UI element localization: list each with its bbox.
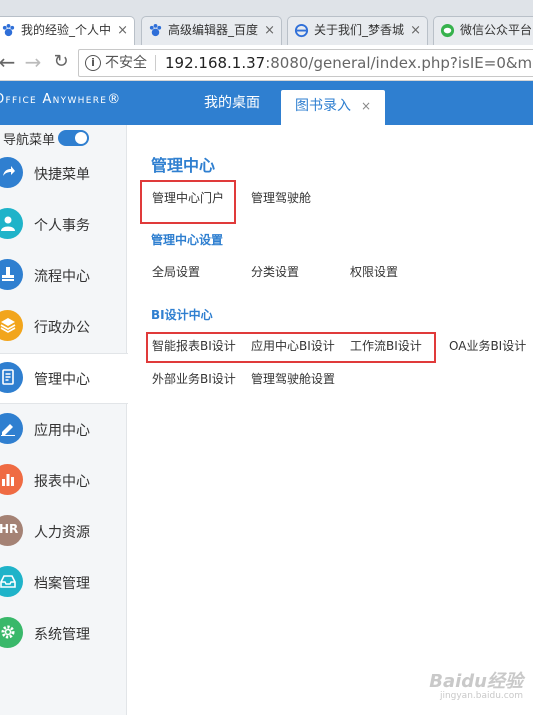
link-external-business-bi[interactable]: 外部业务BI设计 — [152, 370, 236, 387]
page-title: 管理中心 — [151, 156, 216, 175]
url-host: 192.168.1.37 — [165, 54, 266, 72]
sidebar-item-label: 管理中心 — [34, 372, 90, 388]
sidebar-item-reports[interactable]: 报表中心 — [0, 456, 127, 507]
link-management-cockpit[interactable]: 管理驾驶舱 — [251, 189, 311, 206]
sidebar-item-apps[interactable]: 应用中心 — [0, 405, 127, 456]
app-header: Office Anywhere® 我的桌面 图书录入 × — [0, 81, 533, 125]
nav-menu-toggle[interactable] — [58, 130, 89, 146]
toggle-knob — [75, 132, 87, 144]
close-icon[interactable]: × — [264, 17, 275, 44]
tab-label: 图书录入 — [295, 98, 351, 114]
section-title-bi: BI设计中心 — [151, 308, 213, 322]
section-title-settings: 管理中心设置 — [151, 233, 224, 247]
inbox-icon — [0, 566, 23, 597]
sidebar-item-label: 人力资源 — [34, 525, 90, 541]
url-rest: :8080/general/index.php?isIE=0&modify_p — [265, 54, 533, 72]
sidebar-item-admin-office[interactable]: 行政办公 — [0, 302, 127, 353]
link-cockpit-settings[interactable]: 管理驾驶舱设置 — [251, 370, 335, 387]
sidebar-item-system[interactable]: 系统管理 — [0, 609, 127, 660]
browser-tab-1[interactable]: 我的经验_个人中 × — [0, 16, 135, 45]
link-permission-settings[interactable]: 权限设置 — [350, 263, 398, 280]
watermark-brand: Baidu经验 — [429, 671, 523, 692]
link-oa-business-bi[interactable]: OA业务BI设计 — [449, 337, 526, 354]
close-icon[interactable]: × — [361, 99, 371, 113]
watermark-domain: jingyan.baidu.com — [439, 691, 523, 701]
browser-tab-label: 微信公众平台 — [460, 23, 533, 37]
sidebar-item-workflow[interactable]: 流程中心 — [0, 251, 127, 302]
highlight-box — [140, 180, 236, 224]
person-icon — [0, 208, 23, 239]
sidebar: 导航菜单 快捷菜单 个人事务 流程中心 行政办公 管理中心 应用中心 报表中心 … — [0, 125, 128, 715]
browser-tab-2[interactable]: 高级编辑器_百度 × — [141, 16, 282, 45]
document-icon — [0, 362, 23, 393]
highlight-box — [146, 332, 436, 363]
bar-chart-icon — [0, 464, 23, 495]
address-bar[interactable]: i 不安全 192.168.1.37:8080/general/index.ph… — [78, 49, 533, 77]
nav-menu-header: 导航菜单 — [0, 125, 127, 149]
divider — [155, 55, 156, 71]
browser-tab-bar: 我的经验_个人中 × 高级编辑器_百度 × 关于我们_梦香城 × 微信公众平台 — [0, 0, 533, 45]
pencil-icon — [0, 413, 23, 444]
reload-icon[interactable]: ↻ — [50, 51, 72, 73]
close-icon[interactable]: × — [410, 17, 421, 44]
forward-arrow-icon[interactable]: → — [22, 51, 44, 73]
wechat-icon — [440, 23, 455, 38]
layers-icon — [0, 310, 23, 341]
stamp-icon — [0, 259, 23, 290]
sidebar-item-label: 系统管理 — [34, 627, 90, 643]
close-icon[interactable]: × — [117, 17, 128, 44]
baidu-jingyan-watermark: Baidu经验 jingyan.baidu.com — [429, 667, 523, 701]
browser-tab-label: 高级编辑器_百度 — [168, 23, 259, 37]
link-category-settings[interactable]: 分类设置 — [251, 263, 299, 280]
browser-tab-label: 我的经验_个人中 — [21, 23, 112, 37]
browser-tab-4[interactable]: 微信公众平台 — [433, 16, 533, 45]
baidu-paw-icon — [2, 23, 15, 37]
sidebar-item-personal[interactable]: 个人事务 — [0, 200, 127, 251]
sidebar-item-management[interactable]: 管理中心 — [0, 353, 128, 404]
nav-menu-label: 导航菜单 — [3, 133, 56, 148]
sidebar-item-label: 流程中心 — [34, 269, 90, 285]
address-bar-row: ← → ↻ i 不安全 192.168.1.37:8080/general/in… — [0, 45, 533, 81]
sidebar-item-hr[interactable]: HR 人力资源 — [0, 507, 127, 558]
main-content: 管理中心 管理中心门户 管理驾驶舱 管理中心设置 全局设置 分类设置 权限设置 … — [128, 125, 533, 715]
browser-tab-3[interactable]: 关于我们_梦香城 × — [287, 16, 428, 45]
back-arrow-icon[interactable]: ← — [0, 51, 18, 73]
tab-book-entry[interactable]: 图书录入 × — [281, 90, 386, 125]
hr-badge-icon: HR — [0, 515, 23, 546]
sidebar-item-label: 行政办公 — [34, 320, 90, 336]
hr-badge-text: HR — [0, 522, 19, 536]
sidebar-item-archives[interactable]: 档案管理 — [0, 558, 127, 609]
gear-icon — [0, 617, 23, 648]
ie-logo-icon — [294, 23, 309, 38]
sidebar-item-label: 快捷菜单 — [34, 167, 90, 183]
tab-my-desktop[interactable]: 我的桌面 — [204, 81, 260, 125]
sidebar-item-label: 个人事务 — [34, 218, 90, 234]
security-label: 不安全 — [105, 55, 147, 71]
shortcut-arrow-icon — [0, 157, 23, 188]
info-icon[interactable]: i — [85, 55, 101, 71]
sidebar-item-label: 应用中心 — [34, 423, 90, 439]
browser-tab-label: 关于我们_梦香城 — [314, 23, 405, 37]
sidebar-item-label: 报表中心 — [34, 474, 90, 490]
sidebar-item-shortcuts[interactable]: 快捷菜单 — [0, 149, 127, 200]
url-text[interactable]: 192.168.1.37:8080/general/index.php?isIE… — [165, 50, 533, 76]
link-global-settings[interactable]: 全局设置 — [152, 263, 200, 280]
brand-logo: Office Anywhere® — [0, 92, 122, 107]
sidebar-item-label: 档案管理 — [34, 576, 90, 592]
baidu-paw-icon — [149, 23, 162, 37]
